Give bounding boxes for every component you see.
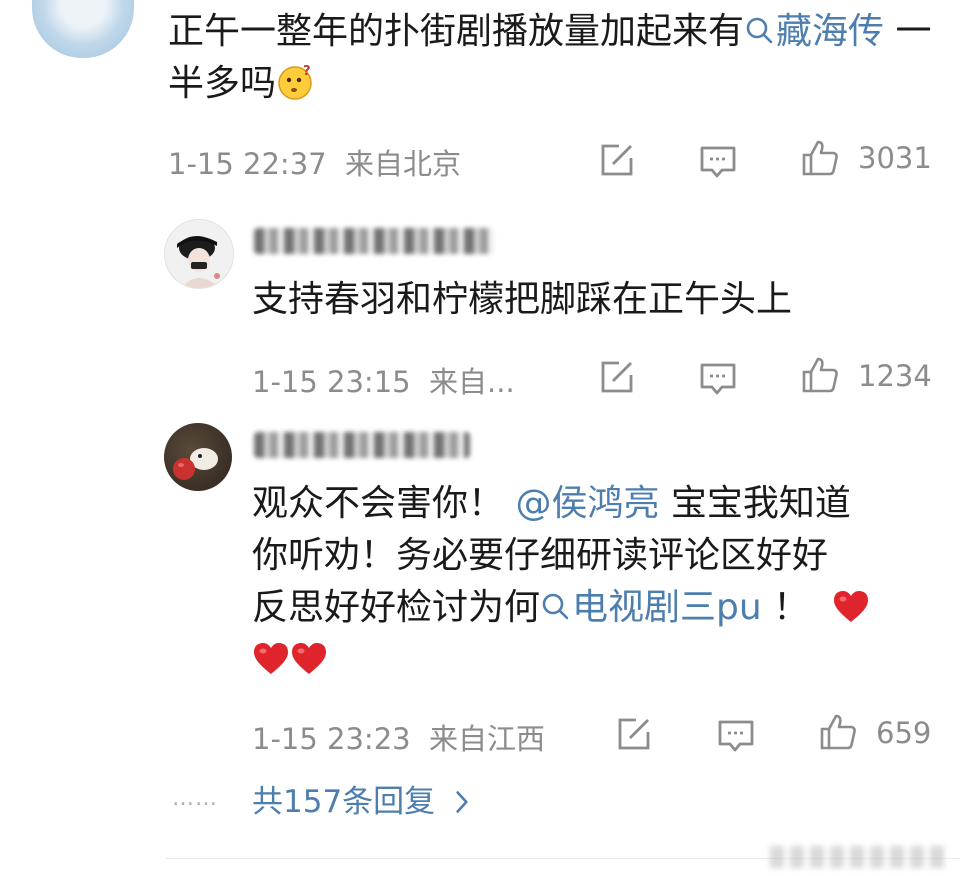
timestamp: 1-15 22:37: [168, 147, 327, 181]
timestamp: 1-15 23:15: [252, 365, 411, 399]
heart-emoji: [834, 591, 869, 622]
chevron-right-icon: [456, 791, 468, 813]
username-blurred[interactable]: [254, 432, 470, 458]
repost-icon[interactable]: [597, 357, 637, 397]
heart-emoji: [254, 643, 288, 674]
username-blurred[interactable]: [254, 228, 494, 254]
comment-meta: 1-15 23:15 来自...: [252, 359, 515, 401]
like-count: 3031: [858, 141, 932, 175]
location: 来自北京: [345, 147, 462, 181]
comment-meta: 1-15 22:37 来自北京: [168, 141, 461, 183]
like-icon[interactable]: [818, 712, 858, 752]
comment-icon[interactable]: [698, 142, 738, 182]
topic-link[interactable]: 电视剧三pu: [540, 587, 762, 628]
timestamp: 1-15 23:23: [252, 722, 411, 756]
more-replies-link[interactable]: 共157条回复: [252, 780, 471, 824]
watermark: [770, 846, 950, 868]
comment-text: 观众不会害你！ @侯鸿亮 宝宝我知道 你听劝！务必要仔细研读评论区好好 反思好好…: [252, 478, 932, 686]
search-icon: [542, 593, 569, 620]
repost-icon[interactable]: [597, 140, 637, 180]
comment-text: 支持春羽和柠檬把脚踩在正午头上: [252, 279, 793, 320]
repost-icon[interactable]: [614, 714, 654, 754]
like-count: 1234: [858, 359, 932, 393]
mention-link[interactable]: @侯鸿亮: [515, 483, 659, 524]
location: 来自江西: [429, 722, 546, 756]
search-icon: [746, 17, 773, 44]
comment-text: 正午一整年的扑街剧播放量加起来有 藏海传 一半多吗?: [168, 11, 932, 104]
topic-link[interactable]: 藏海传: [744, 11, 884, 52]
svg-text:?: ?: [303, 64, 311, 79]
avatar[interactable]: [32, 0, 134, 58]
thinking-face-emoji: ?: [278, 64, 312, 100]
heart-emoji: [292, 643, 326, 674]
location: 来自...: [429, 365, 515, 399]
comment-icon[interactable]: [698, 359, 738, 399]
like-count: 659: [876, 716, 932, 750]
comment-meta: 1-15 23:23 来自江西: [252, 716, 545, 758]
avatar[interactable]: [164, 219, 234, 289]
avatar[interactable]: [164, 423, 232, 491]
comment-icon[interactable]: [716, 716, 756, 756]
like-icon[interactable]: [800, 355, 840, 395]
dots-divider: ……: [172, 786, 218, 811]
like-icon[interactable]: [800, 138, 840, 178]
